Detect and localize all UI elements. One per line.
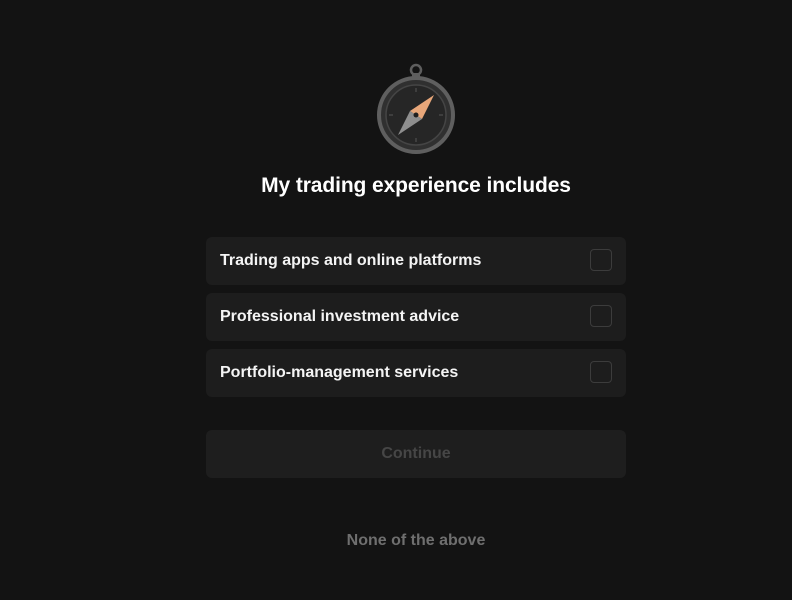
- option-professional-advice[interactable]: Professional investment advice: [206, 293, 626, 341]
- continue-button[interactable]: Continue: [206, 430, 626, 478]
- page-title: My trading experience includes: [261, 174, 571, 197]
- onboarding-page: My trading experience includes Trading a…: [0, 0, 792, 600]
- options-list: Trading apps and online platforms Profes…: [206, 237, 626, 405]
- option-checkbox[interactable]: [590, 305, 612, 327]
- option-trading-apps[interactable]: Trading apps and online platforms: [206, 237, 626, 285]
- compass-icon: [377, 63, 455, 154]
- option-label: Portfolio-management services: [220, 364, 459, 381]
- option-checkbox[interactable]: [590, 361, 612, 383]
- option-label: Professional investment advice: [220, 308, 460, 325]
- option-portfolio-management[interactable]: Portfolio-management services: [206, 349, 626, 397]
- option-checkbox[interactable]: [590, 249, 612, 271]
- none-of-the-above-link[interactable]: None of the above: [206, 530, 626, 552]
- option-label: Trading apps and online platforms: [220, 252, 482, 269]
